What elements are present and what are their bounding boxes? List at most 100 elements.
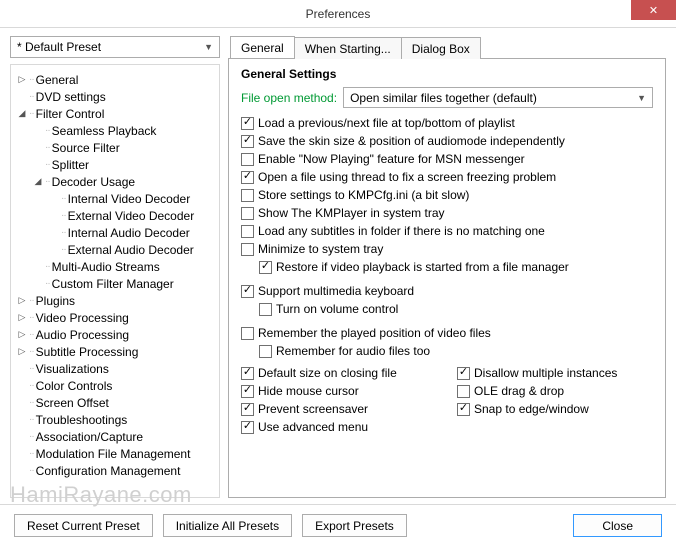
- checkbox-label[interactable]: Load a previous/next file at top/bottom …: [258, 116, 515, 130]
- checkbox-label[interactable]: Hide mouse cursor: [258, 384, 359, 398]
- tree-item[interactable]: ·· Splitter: [15, 156, 215, 173]
- tree-item[interactable]: ▷·· General: [15, 71, 215, 88]
- checkbox-label[interactable]: Minimize to system tray: [258, 242, 383, 256]
- tab-general[interactable]: General: [230, 36, 295, 58]
- checkbox[interactable]: [241, 403, 254, 416]
- tree-item[interactable]: ·· Visualizations: [15, 360, 215, 377]
- checkbox-label[interactable]: Turn on volume control: [276, 302, 398, 316]
- tree-item[interactable]: ▷·· Audio Processing: [15, 326, 215, 343]
- checkbox-row: Use advanced menu: [241, 418, 437, 436]
- tree-item-label: Association/Capture: [34, 430, 143, 444]
- checkbox-label[interactable]: Use advanced menu: [258, 420, 368, 434]
- checkbox-label[interactable]: Prevent screensaver: [258, 402, 368, 416]
- checkbox[interactable]: [241, 207, 254, 220]
- checkbox-label[interactable]: Remember for audio files too: [276, 344, 430, 358]
- tree-item[interactable]: ·· Multi-Audio Streams: [15, 258, 215, 275]
- checkbox-label[interactable]: Show The KMPlayer in system tray: [258, 206, 445, 220]
- preset-select[interactable]: * Default Preset ▼: [10, 36, 220, 58]
- tree-item[interactable]: ·· Source Filter: [15, 139, 215, 156]
- close-button[interactable]: Close: [573, 514, 662, 537]
- checkbox[interactable]: [241, 171, 254, 184]
- twisty-closed-icon[interactable]: ▷: [15, 295, 29, 306]
- checkbox-row: Load a previous/next file at top/bottom …: [241, 114, 653, 132]
- twisty-none: [47, 194, 61, 204]
- tree-item[interactable]: ·· Color Controls: [15, 377, 215, 394]
- tree-item[interactable]: ·· Internal Video Decoder: [15, 190, 215, 207]
- twisty-none: [31, 143, 45, 153]
- tree-item[interactable]: ·· DVD settings: [15, 88, 215, 105]
- checkbox[interactable]: [241, 189, 254, 202]
- twisty-open-icon[interactable]: ◢: [15, 108, 29, 119]
- window-close-button[interactable]: ✕: [631, 0, 676, 20]
- twisty-none: [47, 211, 61, 221]
- tree-item[interactable]: ◢·· Filter Control: [15, 105, 215, 122]
- checkbox[interactable]: [259, 303, 272, 316]
- checkbox[interactable]: [241, 225, 254, 238]
- reset-preset-button[interactable]: Reset Current Preset: [14, 514, 153, 537]
- checkbox[interactable]: [241, 117, 254, 130]
- tree-item[interactable]: ·· Custom Filter Manager: [15, 275, 215, 292]
- tree-item[interactable]: ·· Modulation File Management: [15, 445, 215, 462]
- twisty-closed-icon[interactable]: ▷: [15, 346, 29, 357]
- checkbox-label[interactable]: Disallow multiple instances: [474, 366, 617, 380]
- tree-item[interactable]: ◢·· Decoder Usage: [15, 173, 215, 190]
- export-presets-button[interactable]: Export Presets: [302, 514, 407, 537]
- settings-tree[interactable]: ▷·· General ·· DVD settings◢·· Filter Co…: [10, 64, 220, 498]
- checkbox-label[interactable]: Open a file using thread to fix a screen…: [258, 170, 556, 184]
- file-open-method-select[interactable]: Open similar files together (default) ▼: [343, 87, 653, 108]
- checkbox[interactable]: [241, 327, 254, 340]
- checkbox-row: Disallow multiple instances: [457, 364, 653, 382]
- tree-item[interactable]: ·· External Audio Decoder: [15, 241, 215, 258]
- checkbox[interactable]: [457, 367, 470, 380]
- tree-item[interactable]: ·· Internal Audio Decoder: [15, 224, 215, 241]
- checkbox[interactable]: [259, 261, 272, 274]
- twisty-closed-icon[interactable]: ▷: [15, 312, 29, 323]
- tree-item-label: Audio Processing: [34, 328, 129, 342]
- checkbox-label[interactable]: Default size on closing file: [258, 366, 397, 380]
- tab-dialog-box[interactable]: Dialog Box: [402, 37, 481, 59]
- checkbox-label[interactable]: Store settings to KMPCfg.ini (a bit slow…: [258, 188, 469, 202]
- checkbox[interactable]: [241, 367, 254, 380]
- checkbox[interactable]: [241, 153, 254, 166]
- tree-item[interactable]: ▷·· Plugins: [15, 292, 215, 309]
- tree-item[interactable]: ·· Association/Capture: [15, 428, 215, 445]
- twisty-closed-icon[interactable]: ▷: [15, 74, 29, 85]
- tree-item[interactable]: ▷·· Video Processing: [15, 309, 215, 326]
- checkbox-row: Support multimedia keyboard: [241, 282, 653, 300]
- checkbox[interactable]: [241, 243, 254, 256]
- twisty-open-icon[interactable]: ◢: [31, 176, 45, 187]
- tree-item[interactable]: ·· Seamless Playback: [15, 122, 215, 139]
- tree-item[interactable]: ·· Troubleshootings: [15, 411, 215, 428]
- tree-item[interactable]: ·· Screen Offset: [15, 394, 215, 411]
- checkbox-row: Store settings to KMPCfg.ini (a bit slow…: [241, 186, 653, 204]
- checkbox-label[interactable]: Enable "Now Playing" feature for MSN mes…: [258, 152, 525, 166]
- checkbox[interactable]: [241, 421, 254, 434]
- tree-item-label: General: [34, 73, 79, 87]
- checkbox[interactable]: [457, 403, 470, 416]
- checkbox-row: Default size on closing file: [241, 364, 437, 382]
- tree-item[interactable]: ·· Configuration Management: [15, 462, 215, 479]
- checkbox-label[interactable]: Load any subtitles in folder if there is…: [258, 224, 545, 238]
- checkbox[interactable]: [259, 345, 272, 358]
- tree-item-label: Internal Video Decoder: [66, 192, 191, 206]
- twisty-none: [31, 126, 45, 136]
- checkbox-label[interactable]: OLE drag & drop: [474, 384, 564, 398]
- twisty-closed-icon[interactable]: ▷: [15, 329, 29, 340]
- initialize-presets-button[interactable]: Initialize All Presets: [163, 514, 292, 537]
- group-title: General Settings: [241, 67, 653, 81]
- tree-item[interactable]: ▷·· Subtitle Processing: [15, 343, 215, 360]
- checkbox-label[interactable]: Remember the played position of video fi…: [258, 326, 491, 340]
- chevron-down-icon: ▼: [204, 42, 213, 52]
- checkbox-label[interactable]: Snap to edge/window: [474, 402, 589, 416]
- checkbox[interactable]: [241, 135, 254, 148]
- checkbox[interactable]: [457, 385, 470, 398]
- tree-item[interactable]: ·· External Video Decoder: [15, 207, 215, 224]
- checkbox[interactable]: [241, 285, 254, 298]
- checkbox[interactable]: [241, 385, 254, 398]
- checkbox-label[interactable]: Save the skin size & position of audiomo…: [258, 134, 565, 148]
- tab-when-starting[interactable]: When Starting...: [295, 37, 402, 59]
- tab-bar: General When Starting... Dialog Box: [228, 36, 666, 58]
- checkbox-label[interactable]: Restore if video playback is started fro…: [276, 260, 569, 274]
- tree-item-label: Seamless Playback: [50, 124, 157, 138]
- checkbox-label[interactable]: Support multimedia keyboard: [258, 284, 414, 298]
